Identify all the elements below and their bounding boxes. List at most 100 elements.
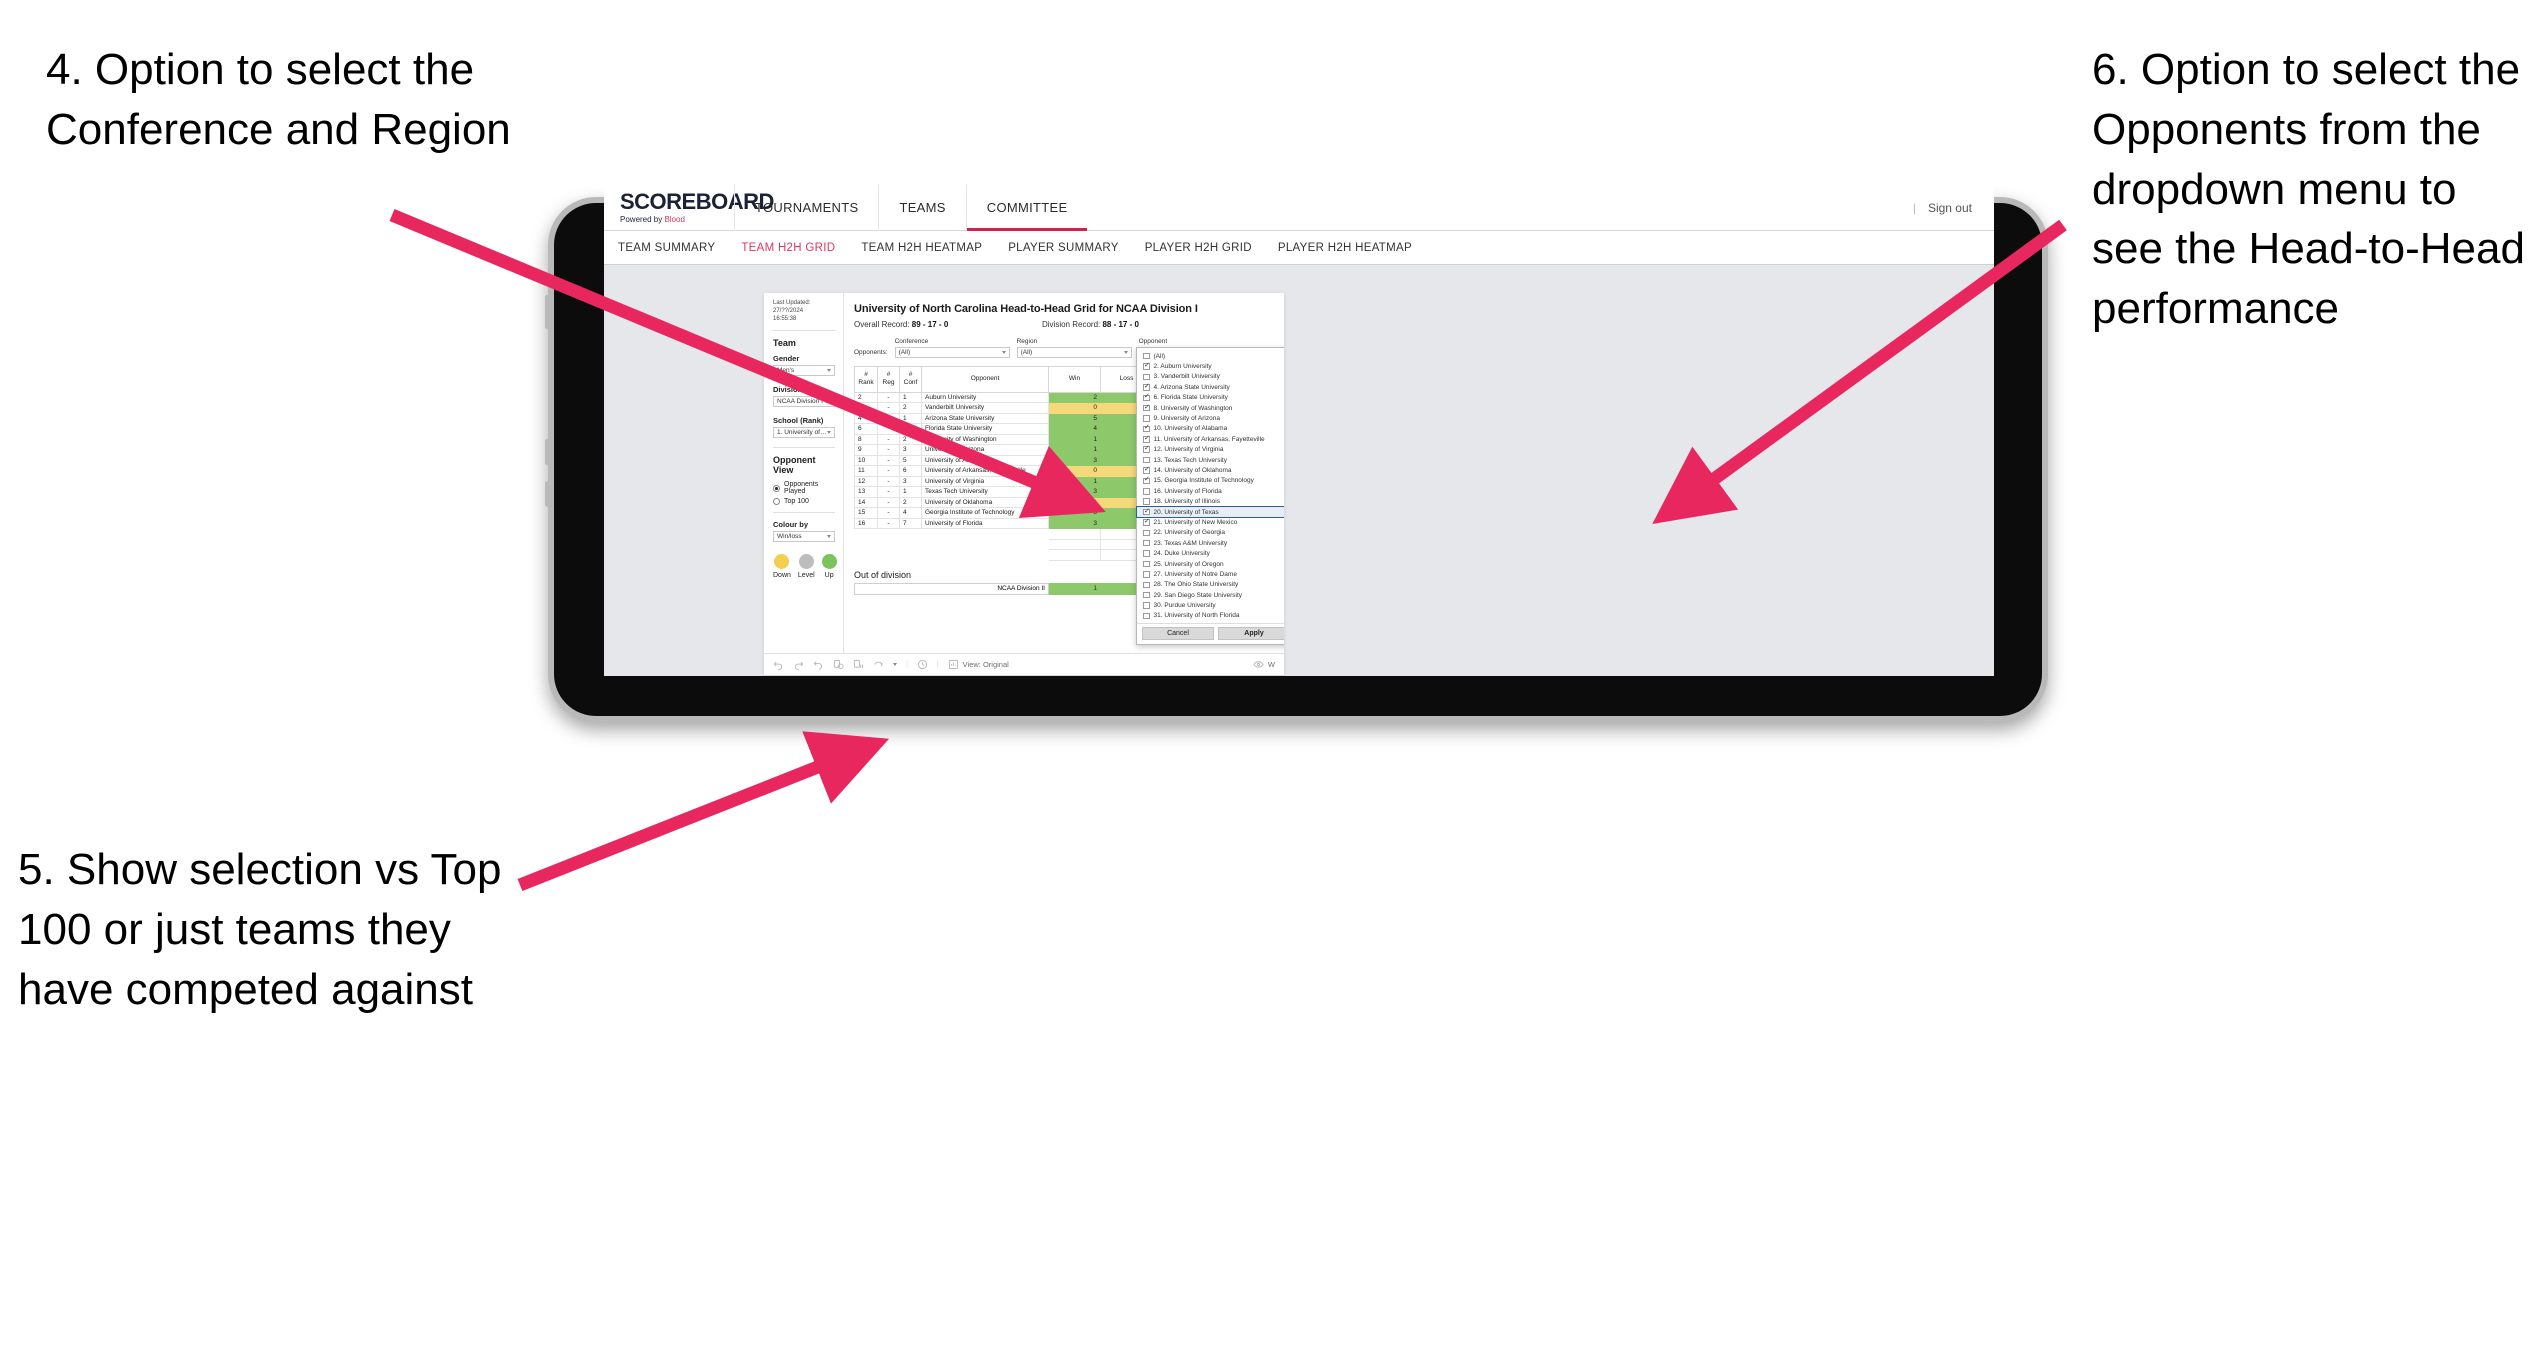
checkbox-icon[interactable] (1143, 508, 1150, 516)
opponent-option[interactable]: 25. University of Oregon (1137, 559, 1284, 569)
col-opponent[interactable]: Opponent (921, 365, 1049, 393)
opponent-option[interactable]: 10. University of Alabama (1137, 424, 1284, 434)
checkbox-icon[interactable] (1143, 383, 1150, 391)
nav-item-committee[interactable]: COMMITTEE (965, 185, 1088, 231)
checkbox-icon[interactable] (1143, 373, 1150, 381)
opponent-option[interactable]: 28. The Ohio State University (1137, 580, 1284, 590)
pause-icon[interactable] (853, 659, 864, 670)
table-row[interactable]: 13-1Texas Tech University30 (854, 486, 1173, 498)
checkbox-icon[interactable] (1143, 488, 1150, 495)
checkbox-icon[interactable] (1143, 477, 1150, 485)
table-row[interactable]: 8-2University of Washington10 (854, 433, 1173, 445)
opponent-option[interactable]: 2. Auburn University (1137, 361, 1284, 371)
table-row[interactable]: 6-2Florida State University42 (854, 423, 1173, 435)
opponent-option[interactable]: 20. University of Texas (1136, 505, 1284, 519)
table-row[interactable]: 16-7University of Florida31 (854, 517, 1173, 529)
opponent-option[interactable]: 22. University of Georgia (1137, 528, 1284, 538)
checkbox-icon[interactable] (1143, 581, 1150, 589)
table-row[interactable]: 9-3University of Arizona10 (854, 444, 1173, 456)
checkbox-icon[interactable] (1143, 539, 1150, 547)
radio-opponents-played[interactable]: Opponents Played (773, 481, 835, 495)
opponent-option[interactable]: 23. Texas A&M University (1137, 538, 1284, 548)
opponent-dropdown-panel[interactable]: (All) 2. Auburn University 3. Vanderbilt U… (1136, 347, 1284, 646)
opponent-option[interactable]: 18. University of Illinois (1137, 496, 1284, 506)
opponent-option[interactable]: 31. University of North Florida (1137, 611, 1284, 621)
nav-item-tournaments[interactable]: TOURNAMENTS (734, 185, 878, 231)
revert-icon[interactable] (813, 659, 824, 670)
opponent-option[interactable]: 12. University of Virginia (1137, 445, 1284, 455)
refresh-icon[interactable] (833, 659, 844, 670)
checkbox-icon[interactable] (1143, 518, 1150, 526)
table-row[interactable]: 15-4Georgia Institute of Technology50 (854, 507, 1173, 519)
opponent-option[interactable]: 13. Texas Tech University (1137, 455, 1284, 465)
table-row[interactable]: 4-1Arizona State University51 (854, 412, 1173, 424)
brand-logo[interactable]: SCOREBOARD Powered by Blood (604, 191, 774, 225)
apply-button[interactable]: Apply (1218, 627, 1284, 641)
opponent-option[interactable]: 29. San Diego State University (1137, 590, 1284, 600)
opponent-option[interactable]: 6. Florida State University (1137, 393, 1284, 403)
radio-top-100[interactable]: Top 100 (773, 498, 835, 506)
tab-team-h2h-heatmap[interactable]: TEAM H2H HEATMAP (861, 242, 982, 254)
checkbox-icon[interactable] (1143, 612, 1150, 620)
checkbox-icon[interactable] (1143, 529, 1150, 537)
cancel-button[interactable]: Cancel (1142, 627, 1214, 641)
table-row[interactable]: 12-3University of Virginia10 (854, 475, 1173, 487)
region-dropdown[interactable]: (All) (1016, 346, 1132, 358)
opponent-option[interactable]: 14. University of Oklahoma (1137, 465, 1284, 475)
col-rank[interactable]: # Rank (854, 365, 878, 393)
redo-icon[interactable] (793, 659, 804, 670)
undo-icon[interactable] (773, 659, 784, 670)
tab-team-summary[interactable]: TEAM SUMMARY (618, 242, 715, 254)
opponent-option[interactable]: (All) (1137, 351, 1284, 361)
opponent-option[interactable]: 15. Georgia Institute of Technology (1137, 476, 1284, 486)
checkbox-icon[interactable] (1143, 445, 1150, 453)
history-icon[interactable] (917, 659, 928, 670)
checkbox-icon[interactable] (1143, 404, 1150, 412)
col-win[interactable]: Win (1048, 365, 1101, 393)
conference-dropdown[interactable]: (All) (894, 346, 1010, 358)
col-reg[interactable]: # Reg (877, 365, 900, 393)
table-row[interactable]: 14-2University of Oklahoma12 (854, 496, 1173, 508)
opponent-option[interactable]: 16. University of Florida (1137, 486, 1284, 496)
checkbox-icon[interactable] (1143, 362, 1150, 370)
checkbox-icon[interactable] (1143, 352, 1150, 360)
watch-toolbar-item[interactable]: W (1253, 659, 1275, 670)
table-row[interactable]: 3-2Vanderbilt University04 (854, 402, 1173, 414)
share-icon[interactable] (873, 659, 884, 670)
division-dropdown[interactable]: NCAA Division I (773, 396, 835, 408)
checkbox-icon[interactable] (1143, 602, 1150, 609)
colour-by-dropdown[interactable]: Win/loss (773, 531, 835, 543)
table-row[interactable]: 2-1Auburn University21 (854, 391, 1173, 403)
checkbox-icon[interactable] (1143, 435, 1150, 443)
checkbox-icon[interactable] (1143, 498, 1150, 505)
checkbox-icon[interactable] (1143, 415, 1150, 422)
checkbox-icon[interactable] (1143, 425, 1150, 433)
opponent-option[interactable]: 27. University of Notre Dame (1137, 569, 1284, 579)
school-rank-dropdown[interactable]: 1. University of Nort... (773, 427, 835, 439)
opponent-options-list[interactable]: (All) 2. Auburn University 3. Vanderbilt U… (1136, 348, 1284, 623)
checkbox-icon[interactable] (1143, 571, 1150, 578)
checkbox-icon[interactable] (1143, 550, 1150, 557)
opponent-option[interactable]: 11. University of Arkansas, Fayetteville (1137, 434, 1284, 444)
opponent-option[interactable]: 30. Purdue University (1137, 600, 1284, 610)
tab-player-h2h-grid[interactable]: PLAYER H2H GRID (1145, 242, 1252, 254)
opponent-option[interactable]: 24. Duke University (1137, 548, 1284, 558)
view-original-button[interactable]: View: Original (948, 659, 1009, 670)
col-conf[interactable]: # Conf (899, 365, 922, 393)
gender-dropdown[interactable]: Men's (773, 365, 835, 377)
checkbox-icon[interactable] (1143, 393, 1150, 401)
checkbox-icon[interactable] (1143, 591, 1150, 599)
table-row[interactable]: 10-5University of Alabama30 (854, 454, 1173, 466)
checkbox-icon[interactable] (1143, 456, 1150, 464)
opponent-option[interactable]: 3. Vanderbilt University (1137, 372, 1284, 382)
signout-link[interactable]: Sign out (1928, 201, 1972, 215)
checkbox-icon[interactable] (1143, 560, 1150, 568)
opponent-option[interactable]: 9. University of Arizona (1137, 413, 1284, 423)
checkbox-icon[interactable] (1143, 466, 1150, 474)
opponent-option[interactable]: 8. University of Washington (1137, 403, 1284, 413)
opponent-option[interactable]: 4. Arizona State University (1137, 382, 1284, 392)
opponent-option[interactable]: 21. University of New Mexico (1137, 517, 1284, 527)
chevron-down-icon[interactable] (893, 663, 897, 666)
tab-player-summary[interactable]: PLAYER SUMMARY (1008, 242, 1119, 254)
nav-item-teams[interactable]: TEAMS (878, 185, 965, 231)
